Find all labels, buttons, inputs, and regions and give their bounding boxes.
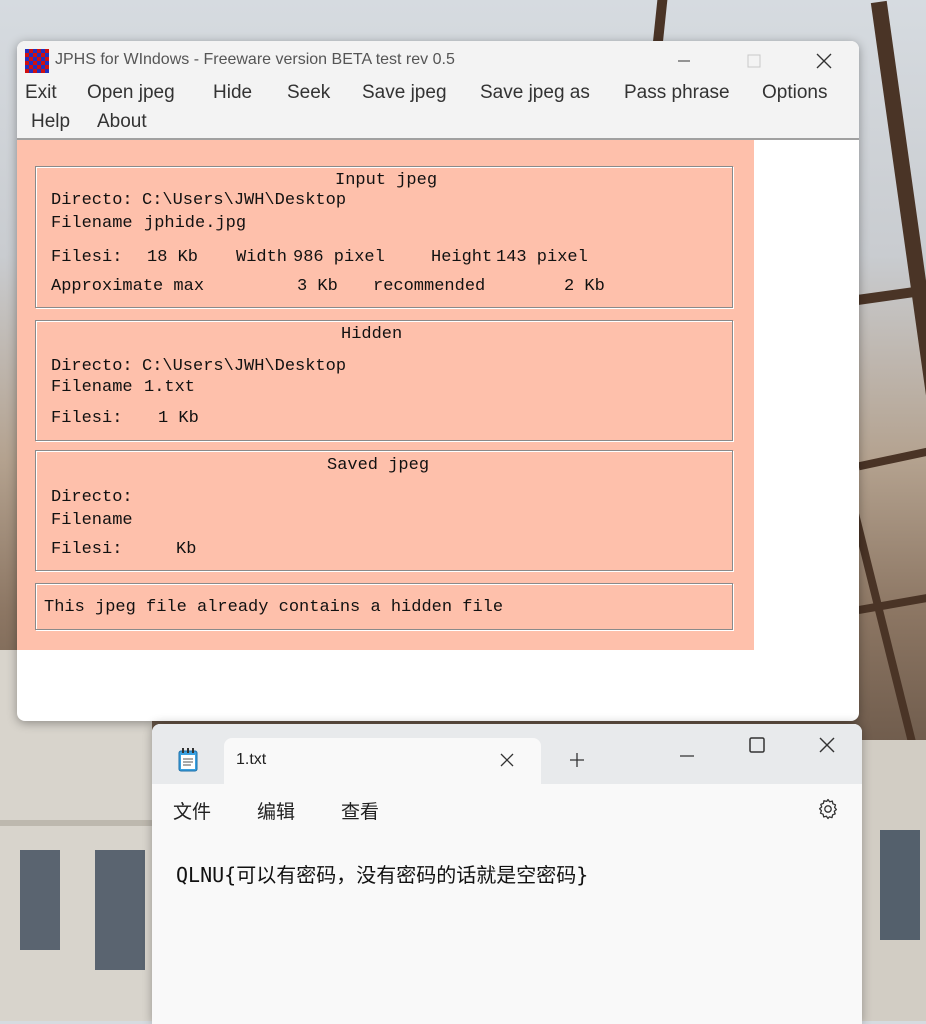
input-filesize-label: Filesi: [51, 248, 123, 267]
hidden-filename-label: Filename [51, 378, 133, 397]
recommended-label: recommended [373, 277, 486, 296]
hidden-filename-value: 1.txt [144, 378, 196, 397]
jphs-content-area: Input jpeg Directo: C:\Users\JWH\Desktop… [17, 140, 754, 650]
menu-file[interactable]: 文件 [173, 797, 211, 824]
notepad-minimize-button[interactable] [679, 743, 695, 762]
menu-options[interactable]: Options [762, 82, 827, 104]
tab-title: 1.txt [236, 751, 267, 768]
maximize-icon [747, 54, 761, 68]
input-directory-value: C:\Users\JWH\Desktop [142, 191, 347, 210]
jphs-window: JPHS for WIndows - Freeware version BETA… [17, 41, 859, 721]
menu-help[interactable]: Help [31, 111, 70, 133]
hidden-directory-value: C:\Users\JWH\Desktop [142, 357, 347, 376]
approx-max-label: Approximate max [51, 277, 205, 296]
hidden-panel: Hidden Directo: C:\Users\JWH\Desktop Fil… [35, 320, 733, 441]
recommended-value: 2 Kb [564, 277, 605, 296]
notepad-maximize-button[interactable] [749, 737, 765, 757]
tab-1-txt[interactable]: 1.txt [224, 738, 541, 784]
notepad-editor[interactable]: QLNU{可以有密码，没有密码的话就是空密码} [152, 834, 862, 1024]
input-directory-label: Directo: [51, 191, 133, 210]
menu-open-jpeg[interactable]: Open jpeg [87, 82, 175, 104]
minimize-button[interactable] [649, 41, 719, 81]
menu-pass-phrase[interactable]: Pass phrase [624, 82, 730, 104]
saved-filesize-unit: Kb [176, 540, 197, 559]
input-filename-label: Filename [51, 214, 133, 233]
minimize-icon [680, 755, 694, 757]
menu-hide[interactable]: Hide [213, 82, 252, 104]
status-message: This jpeg file already contains a hidden… [44, 598, 504, 617]
saved-filename-label: Filename [51, 511, 133, 530]
saved-jpeg-panel: Saved jpeg Directo: Filename Filesi: Kb [35, 450, 733, 571]
maximize-icon [749, 737, 765, 753]
hidden-heading: Hidden [341, 325, 403, 344]
menu-about[interactable]: About [97, 111, 147, 133]
input-filesize-value: 18 Kb [147, 248, 199, 267]
plus-icon [570, 753, 584, 767]
input-filename-value: jphide.jpg [144, 214, 247, 233]
editor-content: QLNU{可以有密码，没有密码的话就是空密码} [176, 863, 589, 887]
input-height-value: 143 pixel [496, 248, 588, 267]
input-jpeg-heading: Input jpeg [335, 171, 438, 190]
close-icon [500, 753, 514, 767]
saved-filesize-label: Filesi: [51, 540, 123, 559]
menu-save-jpeg[interactable]: Save jpeg [362, 82, 447, 104]
menu-seek[interactable]: Seek [287, 82, 330, 104]
input-height-label: Height [431, 248, 493, 267]
gear-icon [818, 798, 838, 820]
input-jpeg-panel: Input jpeg Directo: C:\Users\JWH\Desktop… [35, 166, 733, 308]
minimize-icon [678, 60, 690, 62]
approx-max-value: 3 Kb [297, 277, 338, 296]
jphs-app-icon [25, 49, 49, 73]
hidden-filesize-value: 1 Kb [158, 409, 199, 428]
jphs-menubar: Exit Open jpeg Hide Seek Save jpeg Save … [17, 81, 859, 140]
notepad-menubar: 文件 编辑 查看 [152, 784, 862, 835]
close-button[interactable] [789, 41, 859, 81]
hidden-filesize-label: Filesi: [51, 409, 123, 428]
menu-exit[interactable]: Exit [25, 82, 57, 104]
close-icon [816, 53, 832, 69]
maximize-button[interactable] [719, 41, 789, 81]
tab-close-button[interactable] [500, 752, 514, 771]
notepad-tabbar[interactable]: 1.txt [152, 724, 862, 784]
settings-button[interactable] [816, 797, 840, 826]
input-width-value: 986 pixel [293, 248, 385, 267]
notepad-icon [178, 748, 198, 776]
window-title: JPHS for WIndows - Freeware version BETA… [55, 51, 455, 68]
jphs-titlebar[interactable]: JPHS for WIndows - Freeware version BETA… [17, 41, 859, 81]
status-panel: This jpeg file already contains a hidden… [35, 583, 733, 630]
close-icon [819, 737, 835, 753]
hidden-directory-label: Directo: [51, 357, 133, 376]
notepad-window: 1.txt 文件 编辑 查看 QLNU{可以有密码，没有密码的话就是空密码} [152, 724, 862, 1024]
new-tab-button[interactable] [569, 752, 585, 772]
saved-directory-label: Directo: [51, 488, 133, 507]
menu-view[interactable]: 查看 [341, 797, 379, 824]
menu-edit[interactable]: 编辑 [257, 797, 295, 824]
notepad-close-button[interactable] [819, 737, 835, 757]
input-width-label: Width [236, 248, 288, 267]
menu-save-jpeg-as[interactable]: Save jpeg as [480, 82, 590, 104]
saved-jpeg-heading: Saved jpeg [327, 456, 430, 475]
